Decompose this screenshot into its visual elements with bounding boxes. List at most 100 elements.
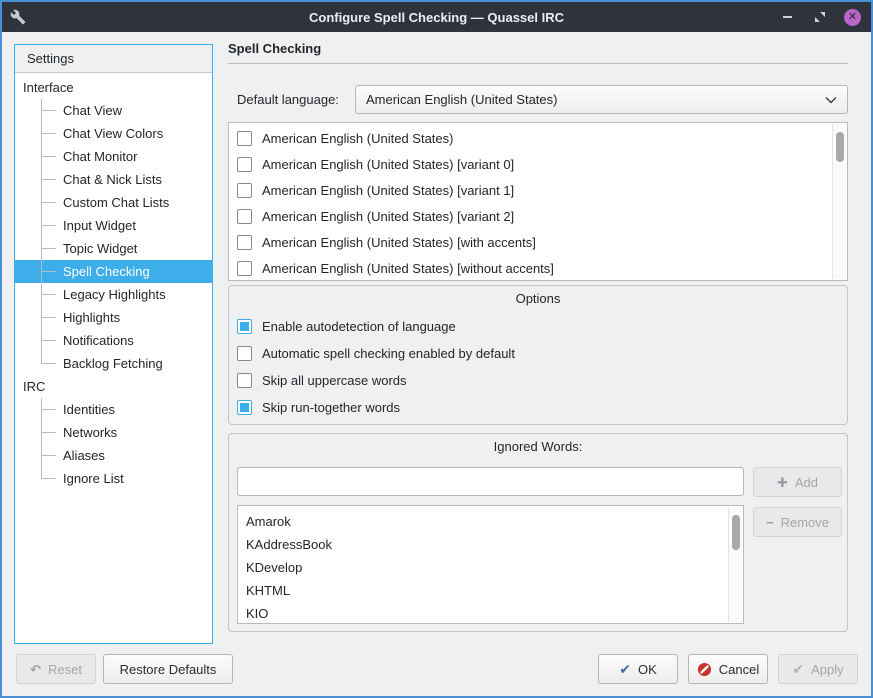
sidebar-item-chat-view[interactable]: Chat View bbox=[15, 99, 212, 122]
option-row[interactable]: Enable autodetection of language bbox=[237, 313, 839, 340]
checkbox[interactable] bbox=[237, 183, 252, 198]
reset-button[interactable]: ↶ Reset bbox=[16, 654, 96, 684]
default-language-value: American English (United States) bbox=[366, 92, 557, 107]
check-icon: ✔ bbox=[619, 662, 631, 676]
language-label: American English (United States) [varian… bbox=[262, 183, 514, 198]
sidebar-item-identities[interactable]: Identities bbox=[15, 398, 212, 421]
checkbox[interactable] bbox=[237, 131, 252, 146]
option-label: Skip all uppercase words bbox=[262, 373, 407, 388]
settings-sidebar: Settings Interface Chat View Chat View Col… bbox=[14, 44, 213, 644]
language-label: American English (United States) bbox=[262, 131, 453, 146]
language-row[interactable]: American English (United States) [varian… bbox=[229, 151, 847, 177]
sidebar-item-label: Highlights bbox=[63, 310, 120, 325]
checkbox[interactable] bbox=[237, 235, 252, 250]
language-label: American English (United States) [varian… bbox=[262, 209, 514, 224]
language-row[interactable]: American English (United States) [withou… bbox=[229, 255, 847, 281]
sidebar-item-notifications[interactable]: Notifications bbox=[15, 329, 212, 352]
sidebar-item-irc[interactable]: IRC bbox=[15, 375, 212, 398]
sidebar-item-input-widget[interactable]: Input Widget bbox=[15, 214, 212, 237]
remove-button[interactable]: − Remove bbox=[753, 507, 842, 537]
checkbox[interactable] bbox=[237, 346, 252, 361]
sidebar-item-chat-monitor[interactable]: Chat Monitor bbox=[15, 145, 212, 168]
language-row[interactable]: American English (United States) [varian… bbox=[229, 177, 847, 203]
remove-button-label: Remove bbox=[781, 515, 829, 530]
sidebar-item-label: Spell Checking bbox=[63, 264, 150, 279]
sidebar-item-networks[interactable]: Networks bbox=[15, 421, 212, 444]
sidebar-item-chat-nick-lists[interactable]: Chat & Nick Lists bbox=[15, 168, 212, 191]
language-list-scrollbar[interactable] bbox=[832, 124, 846, 279]
restore-defaults-button[interactable]: Restore Defaults bbox=[103, 654, 233, 684]
ignored-word-row[interactable]: KAddressBook bbox=[238, 533, 743, 556]
language-row[interactable]: American English (United States) [with a… bbox=[229, 229, 847, 255]
language-list: American English (United States) American… bbox=[228, 122, 848, 281]
checkbox[interactable] bbox=[237, 400, 252, 415]
restore-button[interactable] bbox=[811, 8, 829, 26]
sidebar-item-label: Legacy Highlights bbox=[63, 287, 166, 302]
dialog-window: Configure Spell Checking — Quassel IRC ✕… bbox=[0, 0, 873, 698]
sidebar-item-custom-chat-lists[interactable]: Custom Chat Lists bbox=[15, 191, 212, 214]
sidebar-header: Settings bbox=[15, 45, 212, 73]
option-label: Enable autodetection of language bbox=[262, 319, 456, 334]
ignored-word-row[interactable]: KDevelop bbox=[238, 556, 743, 579]
apply-button[interactable]: ✔ Apply bbox=[778, 654, 858, 684]
ignored-words-list: AmarokKAddressBookKDevelopKHTMLKIO bbox=[237, 505, 744, 624]
sidebar-item-aliases[interactable]: Aliases bbox=[15, 444, 212, 467]
sidebar-item-chat-view-colors[interactable]: Chat View Colors bbox=[15, 122, 212, 145]
sidebar-item-label: IRC bbox=[23, 379, 45, 394]
checkbox[interactable] bbox=[237, 319, 252, 334]
sidebar-item-topic-widget[interactable]: Topic Widget bbox=[15, 237, 212, 260]
sidebar-item-label: Chat View bbox=[63, 103, 122, 118]
title-separator bbox=[228, 63, 848, 64]
options-groupbox: Options Enable autodetection of language… bbox=[228, 285, 848, 425]
sidebar-item-label: Chat Monitor bbox=[63, 149, 137, 164]
ignored-words-groupbox: Ignored Words: ✚ Add AmarokKAddressBookK… bbox=[228, 433, 848, 632]
titlebar: Configure Spell Checking — Quassel IRC ✕ bbox=[2, 2, 871, 32]
reset-button-label: Reset bbox=[48, 662, 82, 677]
chevron-down-icon bbox=[825, 96, 837, 104]
option-row[interactable]: Skip all uppercase words bbox=[237, 367, 839, 394]
language-row[interactable]: American English (United States) [varian… bbox=[229, 203, 847, 229]
sidebar-item-label: Chat & Nick Lists bbox=[63, 172, 162, 187]
page-title: Spell Checking bbox=[228, 41, 321, 56]
close-button[interactable]: ✕ bbox=[844, 9, 861, 26]
checkbox[interactable] bbox=[237, 157, 252, 172]
default-language-row: Default language: American English (Unit… bbox=[228, 85, 848, 114]
ignored-word-row[interactable]: KHTML bbox=[238, 579, 743, 602]
sidebar-item-label: Ignore List bbox=[63, 471, 124, 486]
sidebar-item-highlights[interactable]: Highlights bbox=[15, 306, 212, 329]
sidebar-item-label: Chat View Colors bbox=[63, 126, 163, 141]
sidebar-item-legacy-highlights[interactable]: Legacy Highlights bbox=[15, 283, 212, 306]
option-row[interactable]: Automatic spell checking enabled by defa… bbox=[237, 340, 839, 367]
language-label: American English (United States) [with a… bbox=[262, 235, 536, 250]
option-label: Skip run-together words bbox=[262, 400, 400, 415]
window-controls: ✕ bbox=[778, 2, 861, 32]
dialog-content: Settings Interface Chat View Chat View Col… bbox=[2, 32, 871, 696]
add-button-label: Add bbox=[795, 475, 818, 490]
sidebar-item-label: Interface bbox=[23, 80, 74, 95]
sidebar-item-ignore-list[interactable]: Ignore List bbox=[15, 467, 212, 490]
restore-icon bbox=[814, 11, 826, 23]
ignored-word-input[interactable] bbox=[237, 467, 744, 496]
checkbox[interactable] bbox=[237, 209, 252, 224]
sidebar-item-spell-checking[interactable]: Spell Checking bbox=[15, 260, 212, 283]
add-button[interactable]: ✚ Add bbox=[753, 467, 842, 497]
default-language-combobox[interactable]: American English (United States) bbox=[355, 85, 848, 114]
language-row[interactable]: American English (United States) bbox=[229, 125, 847, 151]
sidebar-item-label: Identities bbox=[63, 402, 115, 417]
ignored-list-scrollbar[interactable] bbox=[728, 507, 742, 622]
minimize-button[interactable] bbox=[778, 8, 796, 26]
cancel-button[interactable]: Cancel bbox=[688, 654, 768, 684]
settings-tree: Interface Chat View Chat View Colors Chat M… bbox=[15, 73, 212, 490]
ignored-word-row[interactable]: KIO bbox=[238, 602, 743, 624]
ok-button[interactable]: ✔ OK bbox=[598, 654, 678, 684]
sidebar-item-backlog-fetching[interactable]: Backlog Fetching bbox=[15, 352, 212, 375]
scrollbar-thumb[interactable] bbox=[836, 132, 844, 162]
scrollbar-thumb[interactable] bbox=[732, 515, 740, 550]
option-row[interactable]: Skip run-together words bbox=[237, 394, 839, 421]
sidebar-item-label: Aliases bbox=[63, 448, 105, 463]
checkbox[interactable] bbox=[237, 261, 252, 276]
checkbox[interactable] bbox=[237, 373, 252, 388]
ignored-word-row[interactable]: Amarok bbox=[238, 510, 743, 533]
cancel-icon bbox=[697, 662, 712, 677]
sidebar-item-interface[interactable]: Interface bbox=[15, 76, 212, 99]
